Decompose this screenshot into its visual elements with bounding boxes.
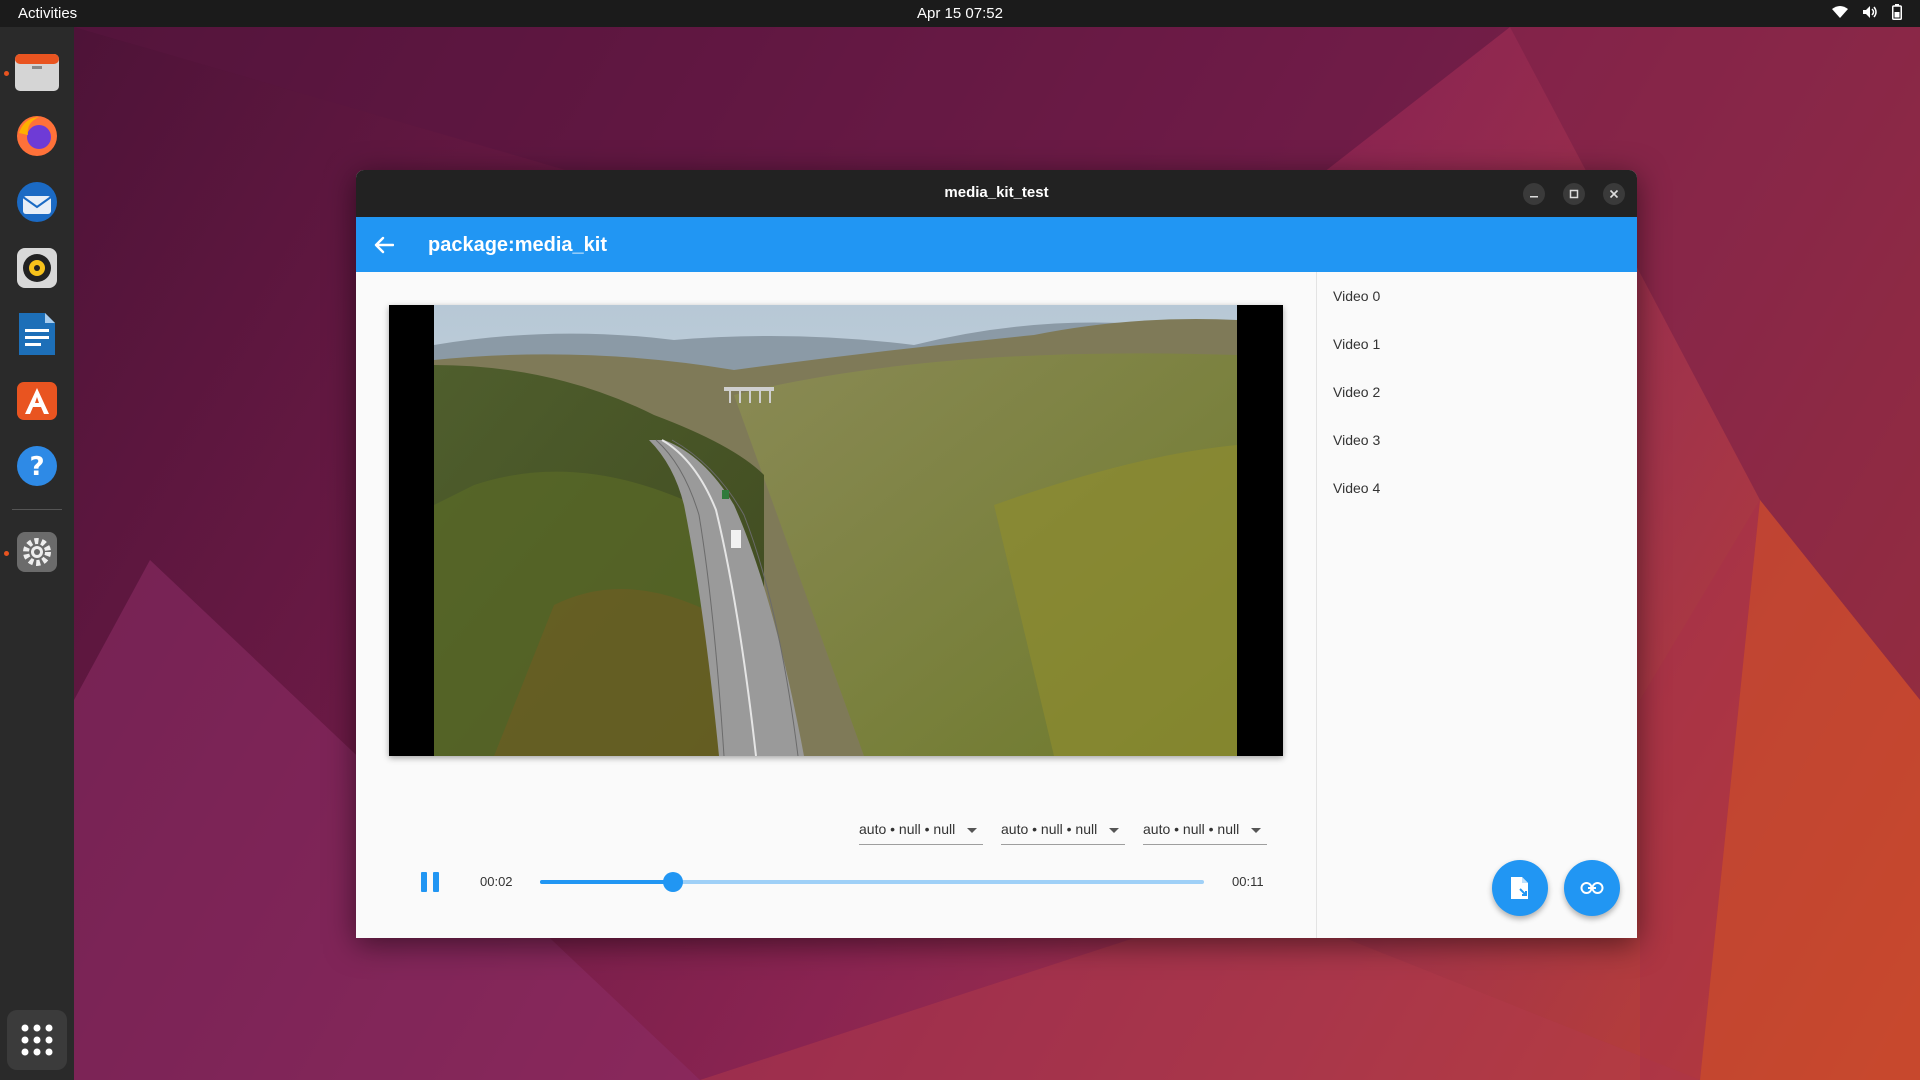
- video-player[interactable]: [389, 305, 1283, 756]
- playlist-item[interactable]: Video 3: [1317, 416, 1637, 464]
- open-url-button[interactable]: [1564, 860, 1620, 916]
- maximize-button[interactable]: [1563, 183, 1585, 205]
- content-area: auto • null • null auto • null • null au…: [356, 272, 1637, 938]
- svg-text:?: ?: [29, 452, 44, 482]
- rhythmbox-icon[interactable]: [11, 242, 63, 294]
- playlist: Video 0 Video 1 Video 2 Video 3 Video 4: [1317, 272, 1637, 512]
- player-panel: auto • null • null auto • null • null au…: [356, 272, 1316, 938]
- file-open-icon: [1511, 877, 1528, 899]
- open-file-button[interactable]: [1492, 860, 1548, 916]
- activities-button[interactable]: Activities: [18, 5, 77, 22]
- show-apps-icon[interactable]: [7, 1010, 67, 1070]
- window-title: media_kit_test: [944, 184, 1049, 201]
- subtitle-track-select[interactable]: auto • null • null: [1143, 820, 1267, 845]
- dock-separator: [12, 509, 62, 510]
- pause-button[interactable]: [418, 870, 442, 894]
- minimize-button[interactable]: [1523, 183, 1545, 205]
- app-center-icon[interactable]: [11, 374, 63, 426]
- libreoffice-writer-icon[interactable]: [11, 308, 63, 360]
- seek-slider-thumb[interactable]: [662, 872, 683, 892]
- volume-icon: [1863, 6, 1877, 18]
- dropdown-arrow-icon: [1109, 828, 1119, 833]
- total-duration: 00:11: [1232, 874, 1264, 889]
- wifi-icon: [1832, 6, 1848, 18]
- running-indicator: [4, 71, 9, 76]
- minimize-icon: [1530, 196, 1538, 198]
- playlist-item[interactable]: Video 1: [1317, 320, 1637, 368]
- arrow-back-icon: [374, 236, 394, 254]
- seek-slider[interactable]: [540, 872, 1204, 892]
- dock: ?: [0, 27, 74, 1080]
- dropdown-arrow-icon: [1251, 828, 1261, 833]
- track-selectors: auto • null • null auto • null • null au…: [859, 820, 1267, 845]
- playlist-item[interactable]: Video 4: [1317, 464, 1637, 512]
- settings-icon[interactable]: [11, 526, 63, 578]
- video-frame-image: [434, 305, 1237, 756]
- back-button[interactable]: [370, 231, 398, 259]
- top-bar: Activities Apr 15 07:52: [0, 0, 1920, 27]
- system-tray[interactable]: [1832, 4, 1902, 20]
- current-time: 00:02: [480, 874, 513, 889]
- playlist-item[interactable]: Video 2: [1317, 368, 1637, 416]
- playlist-item[interactable]: Video 0: [1317, 272, 1637, 320]
- clock[interactable]: Apr 15 07:52: [917, 5, 1003, 22]
- app-window: media_kit_test package:media_kit auto • …: [356, 170, 1637, 938]
- maximize-icon: [1569, 189, 1579, 199]
- truck: [731, 530, 741, 548]
- video-track-select[interactable]: auto • null • null: [859, 820, 983, 845]
- playback-controls: 00:02 00:11: [356, 862, 1316, 902]
- battery-icon: [1892, 4, 1902, 20]
- link-icon: [1580, 882, 1604, 894]
- running-indicator: [4, 551, 9, 556]
- firefox-icon[interactable]: [11, 110, 63, 162]
- close-icon: [1609, 189, 1619, 199]
- help-icon[interactable]: ?: [11, 440, 63, 492]
- files-icon[interactable]: [11, 46, 63, 98]
- thunderbird-icon[interactable]: [11, 176, 63, 228]
- app-bar: package:media_kit: [356, 217, 1637, 272]
- audio-track-select[interactable]: auto • null • null: [1001, 820, 1125, 845]
- seek-slider-progress: [540, 880, 673, 884]
- window-titlebar[interactable]: media_kit_test: [356, 170, 1637, 217]
- app-bar-title: package:media_kit: [428, 234, 607, 256]
- dropdown-arrow-icon: [967, 828, 977, 833]
- close-button[interactable]: [1603, 183, 1625, 205]
